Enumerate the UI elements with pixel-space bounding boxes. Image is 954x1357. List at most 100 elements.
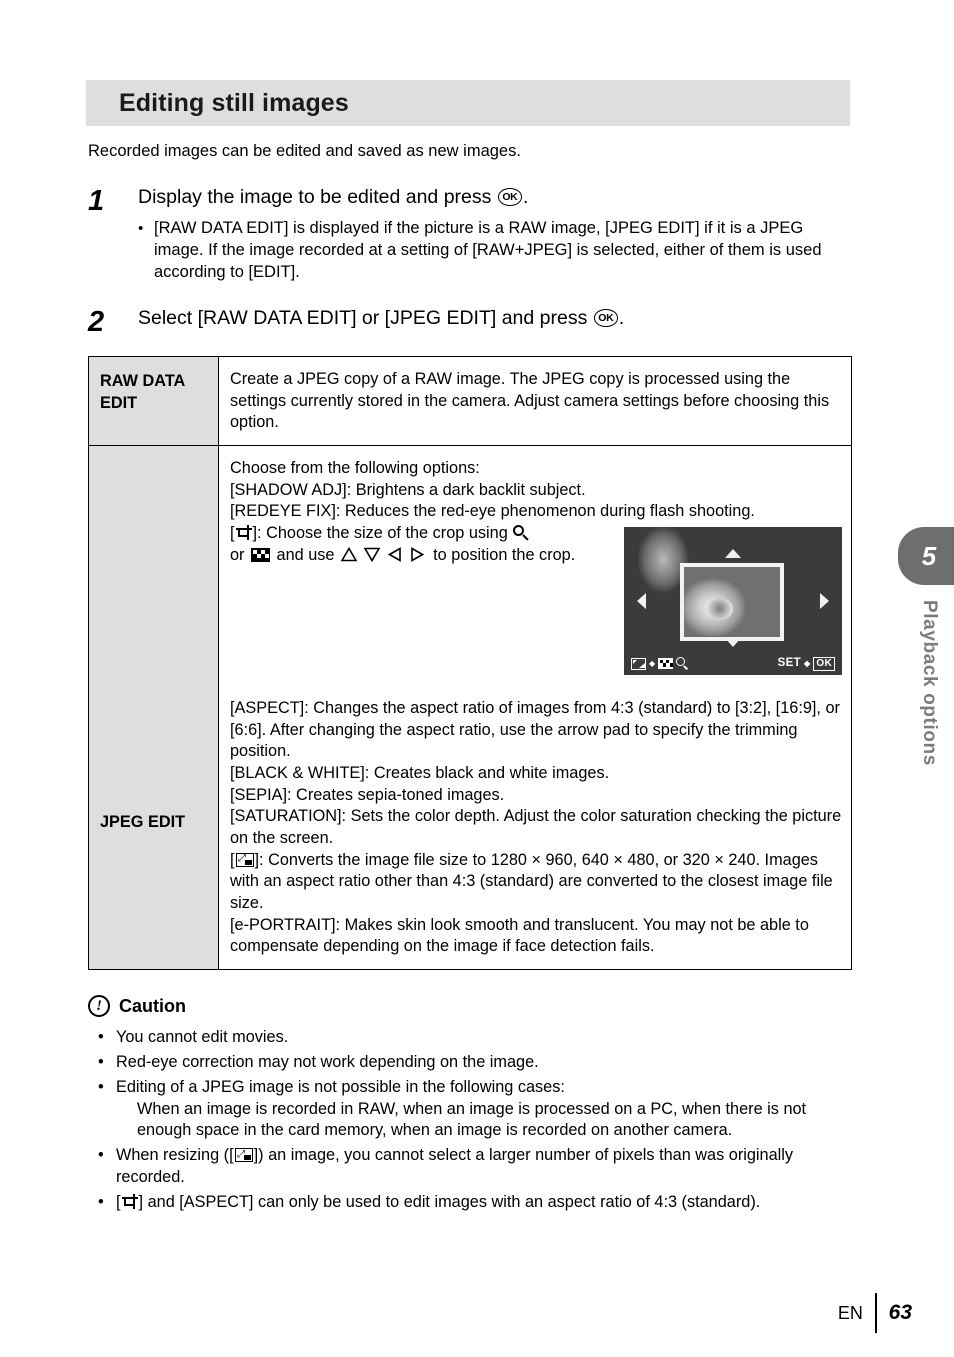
step-2: 2 Select [RAW DATA EDIT] or [JPEG EDIT] …: [88, 306, 852, 337]
crop-line-part3: and use: [276, 545, 335, 564]
list-item: • When resizing ([⤢]) an image, you cann…: [88, 1145, 852, 1189]
caution-heading-text: Caution: [119, 995, 186, 1016]
step-1-title-text: Display the image to be edited and press: [138, 185, 492, 208]
step-2-number: 2: [88, 305, 105, 338]
crop-line-part1: ]: Choose the size of the crop using: [252, 523, 508, 542]
footer-page-number: 63: [888, 1301, 912, 1324]
list-item-text: Editing of a JPEG image is not possible …: [116, 1077, 852, 1142]
magnifier-icon: [513, 524, 529, 541]
crop-selection-box: [680, 562, 784, 641]
desc-line: [SATURATION]: Sets the color depth. Adju…: [230, 807, 842, 848]
footer-language: EN: [837, 1302, 863, 1323]
table-cell-desc-jpeg-bottom: [ASPECT]: Changes the aspect ratio of im…: [218, 685, 852, 971]
resize-icon: ⤢: [235, 852, 254, 867]
screen-status-bar-right: SET ◆ OK: [777, 656, 835, 672]
list-item-before: [: [116, 1192, 121, 1211]
set-label: SET: [777, 657, 801, 670]
crop-icon: [121, 1193, 138, 1209]
table-row-jpeg-edit-top: Choose from the following options: [SHAD…: [88, 444, 852, 686]
screen-arrow-right-icon: [820, 592, 829, 609]
step-2-title-period: .: [618, 306, 625, 329]
diamond-separator-icon: ◆: [803, 658, 811, 668]
resize-icon: ⤢: [234, 1148, 253, 1163]
step-1-title: Display the image to be edited and press…: [138, 185, 852, 209]
step-1: 1 Display the image to be edited and pre…: [88, 185, 852, 284]
resize-desc-line: [⤢]: Converts the image file size to 128…: [230, 850, 842, 915]
step-2-title: Select [RAW DATA EDIT] or [JPEG EDIT] an…: [138, 306, 852, 330]
list-item-main: Editing of a JPEG image is not possible …: [116, 1077, 565, 1096]
crop-line-part4: to position the crop.: [433, 545, 576, 564]
chapter-label: Playback options: [919, 600, 940, 766]
table-cell-desc-raw: Create a JPEG copy of a RAW image. The J…: [218, 355, 852, 446]
list-item-text: When resizing ([⤢]) an image, you cannot…: [116, 1145, 852, 1189]
desc-line: [SEPIA]: Creates sepia-toned images.: [230, 785, 505, 804]
desc-line: [BLACK & WHITE]: Creates black and white…: [230, 764, 610, 782]
index-grid-icon: [251, 547, 271, 562]
crop-line-part2: or: [230, 545, 245, 564]
list-item-text: Red-eye correction may not work dependin…: [116, 1052, 539, 1071]
index-grid-icon: [658, 658, 674, 670]
desc-line: [ASPECT]: Changes the aspect ratio of im…: [230, 698, 840, 761]
step-1-number: 1: [88, 184, 105, 217]
crop-preview-image: [684, 566, 780, 637]
chapter-tab: 5: [898, 527, 954, 585]
arrow-down-icon: [364, 547, 381, 562]
table-row-raw-data-edit: RAW DATA EDIT Create a JPEG copy of a RA…: [88, 355, 852, 446]
resize-line-suffix: ]: Converts the image file size to 1280 …: [230, 850, 833, 913]
diamond-separator-icon: ◆: [649, 658, 656, 668]
list-item: • Red-eye correction may not work depend…: [88, 1052, 852, 1074]
screen-status-bar: ◆ SET ◆ OK: [624, 653, 842, 675]
ok-button-icon: OK: [497, 188, 522, 206]
camera-screen-illustration: ◆ SET ◆ OK: [624, 526, 842, 675]
desc-line: [e-PORTRAIT]: Makes skin look smooth and…: [230, 915, 809, 956]
caution-list: • You cannot edit movies. • Red-eye corr…: [88, 1027, 852, 1214]
list-item-text: [ ] and [ASPECT] can only be used to edit…: [116, 1192, 852, 1214]
step-1-title-period: .: [522, 185, 529, 208]
crop-icon: [235, 524, 252, 540]
page-header-bar: Editing still images: [86, 80, 850, 126]
list-item: • Editing of a JPEG image is not possibl…: [88, 1077, 852, 1142]
bullet-marker: •: [98, 1146, 104, 1165]
bullet-marker: •: [98, 1192, 104, 1211]
list-item-before: When resizing ([: [116, 1146, 234, 1165]
bullet-marker: •: [98, 1052, 104, 1071]
desc-line: [REDEYE FIX]: Reduces the red-eye phenom…: [230, 502, 755, 521]
resize-line-prefix: [: [230, 850, 235, 869]
list-item: • [ ] and [ASPECT] can only be used to ed…: [88, 1192, 852, 1214]
table-cell-desc-jpeg-top: Choose from the following options: [SHAD…: [218, 444, 852, 686]
caution-heading: ! Caution: [88, 995, 852, 1018]
arrow-right-icon: [411, 546, 427, 562]
edit-options-table: RAW DATA EDIT Create a JPEG copy of a RA…: [88, 355, 852, 971]
bullet-marker: •: [138, 220, 144, 238]
bullet-marker: •: [98, 1028, 104, 1047]
desc-line: Choose from the following options:: [230, 458, 480, 477]
page-content: Recorded images can be edited and saved …: [88, 135, 852, 1217]
table-cell-label-jpeg: JPEG EDIT: [88, 685, 219, 971]
step-2-title-text: Select [RAW DATA EDIT] or [JPEG EDIT] an…: [138, 306, 588, 329]
list-item-text: You cannot edit movies.: [116, 1028, 289, 1047]
step-1-note: • [RAW DATA EDIT] is displayed if the pi…: [138, 218, 852, 284]
caution-icon: !: [88, 995, 110, 1018]
list-item-after: ] and [ASPECT] can only be used to edit …: [138, 1192, 761, 1211]
screen-arrow-left-icon: [637, 592, 646, 609]
desc-line: [SHADOW ADJ]: Brightens a dark backlit s…: [230, 480, 586, 499]
list-item-sub: When an image is recorded in RAW, when a…: [137, 1099, 807, 1140]
table-cell-label-raw: RAW DATA EDIT: [88, 355, 219, 446]
bullet-marker: •: [98, 1077, 104, 1096]
step-1-note-text: [RAW DATA EDIT] is displayed if the pict…: [154, 219, 822, 282]
crop-instruction-row: []: Choose the size of the crop using or…: [230, 523, 842, 675]
list-item: • You cannot edit movies.: [88, 1027, 852, 1049]
page-title: Editing still images: [119, 88, 349, 117]
table-row-jpeg-edit-bottom: JPEG EDIT [ASPECT]: Changes the aspect r…: [88, 685, 852, 971]
screen-arrow-up-icon: [725, 548, 741, 558]
screen-status-bar-left: ◆: [631, 657, 689, 671]
ok-button-icon: OK: [813, 656, 835, 672]
crop-instruction-text: []: Choose the size of the crop using or…: [230, 523, 576, 564]
arrow-up-icon: [340, 546, 357, 562]
table-cell-label-jpeg-spacer: [88, 444, 219, 686]
resize-icon: [631, 657, 646, 670]
arrow-left-icon: [387, 546, 404, 562]
ok-button-icon: OK: [593, 309, 618, 327]
intro-paragraph: Recorded images can be edited and saved …: [88, 142, 521, 160]
magnifier-icon: [676, 657, 689, 671]
